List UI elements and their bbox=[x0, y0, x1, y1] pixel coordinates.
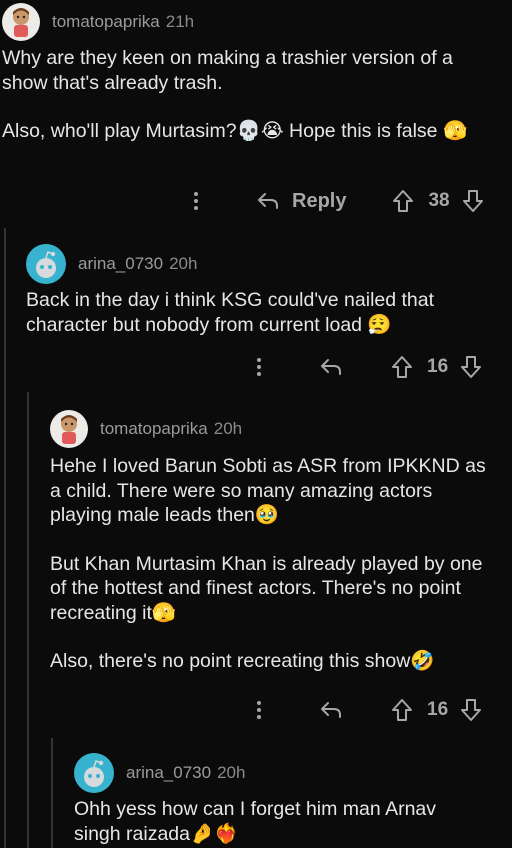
comment-actions: 16 bbox=[251, 698, 482, 722]
reply-icon bbox=[321, 359, 341, 375]
snoo-avatar-icon bbox=[36, 251, 56, 278]
comment-paragraph: Also, there's no point recreating this s… bbox=[50, 650, 435, 672]
avatar[interactable] bbox=[26, 244, 66, 284]
upvote-button[interactable] bbox=[391, 698, 413, 722]
avatar[interactable] bbox=[2, 3, 40, 41]
downvote-button[interactable] bbox=[462, 189, 484, 213]
comment-header: arina_0730 20h bbox=[74, 753, 245, 793]
avatar[interactable] bbox=[74, 753, 114, 793]
timestamp: 21h bbox=[165, 12, 195, 31]
more-options-icon[interactable] bbox=[188, 189, 204, 213]
vote-count: 38 bbox=[428, 190, 450, 211]
comment-paragraph: Ohh yess how can I forget him man Arnav … bbox=[74, 798, 437, 845]
upvote-button[interactable] bbox=[392, 189, 414, 213]
comment-header: arina_0730 20h bbox=[26, 244, 197, 284]
comment-paragraph: Back in the day i think KSG could've nai… bbox=[26, 289, 435, 336]
timestamp: 20h bbox=[169, 254, 198, 273]
tomato-avatar-icon bbox=[13, 8, 29, 37]
comment-body: Ohh yess how can I forget him man Arnav … bbox=[74, 797, 474, 846]
username[interactable]: tomatopaprika bbox=[100, 419, 208, 439]
more-options-icon[interactable] bbox=[251, 355, 267, 379]
downvote-arrow-icon bbox=[461, 356, 482, 378]
upvote-button[interactable] bbox=[391, 355, 413, 379]
comment-header: tomatopaprika 21h bbox=[2, 3, 194, 41]
timestamp: 20h bbox=[213, 419, 243, 438]
comment-paragraph: Why are they keen on making a trashier v… bbox=[2, 47, 453, 94]
more-options-icon[interactable] bbox=[251, 698, 267, 722]
avatar[interactable] bbox=[50, 410, 88, 448]
username[interactable]: arina_0730 bbox=[126, 763, 211, 783]
tomato-avatar-icon bbox=[61, 415, 77, 444]
downvote-button[interactable] bbox=[460, 355, 482, 379]
downvote-button[interactable] bbox=[460, 698, 482, 722]
downvote-arrow-icon bbox=[462, 190, 483, 212]
comment-body: Why are they keen on making a trashier v… bbox=[2, 46, 502, 144]
comment-paragraph: Hehe I loved Barun Sobti as ASR from IPK… bbox=[50, 455, 486, 526]
comment-body: Hehe I loved Barun Sobti as ASR from IPK… bbox=[50, 454, 490, 674]
reply-button[interactable] bbox=[319, 357, 343, 377]
thread-line-level-3 bbox=[51, 738, 53, 848]
thread-line-level-2 bbox=[27, 392, 29, 848]
upvote-arrow-icon bbox=[393, 190, 414, 212]
comment-actions: 16 bbox=[251, 355, 482, 379]
reply-icon bbox=[258, 193, 278, 209]
vote-count: 16 bbox=[427, 356, 449, 377]
comment-paragraph: But Khan Murtasim Khan is already played… bbox=[50, 552, 483, 624]
comment-header: tomatopaprika 20h bbox=[50, 410, 242, 448]
comment-body: Back in the day i think KSG could've nai… bbox=[26, 288, 496, 337]
snoo-avatar-icon bbox=[84, 760, 104, 787]
reply-icon bbox=[321, 702, 341, 718]
timestamp: 20h bbox=[217, 763, 246, 782]
upvote-arrow-icon bbox=[392, 699, 412, 721]
downvote-arrow-icon bbox=[461, 699, 482, 721]
reply-button[interactable]: Reply bbox=[256, 190, 346, 213]
comment-actions: Reply 38 bbox=[188, 189, 484, 213]
reply-button[interactable] bbox=[319, 700, 343, 720]
comment-paragraph: Also, who'll play Murtasim?💀😭 Hope this … bbox=[2, 120, 468, 142]
thread-line-level-1 bbox=[4, 228, 6, 848]
vote-count: 16 bbox=[427, 699, 449, 720]
username[interactable]: arina_0730 bbox=[78, 254, 163, 274]
upvote-arrow-icon bbox=[392, 356, 412, 378]
username[interactable]: tomatopaprika bbox=[52, 12, 160, 32]
